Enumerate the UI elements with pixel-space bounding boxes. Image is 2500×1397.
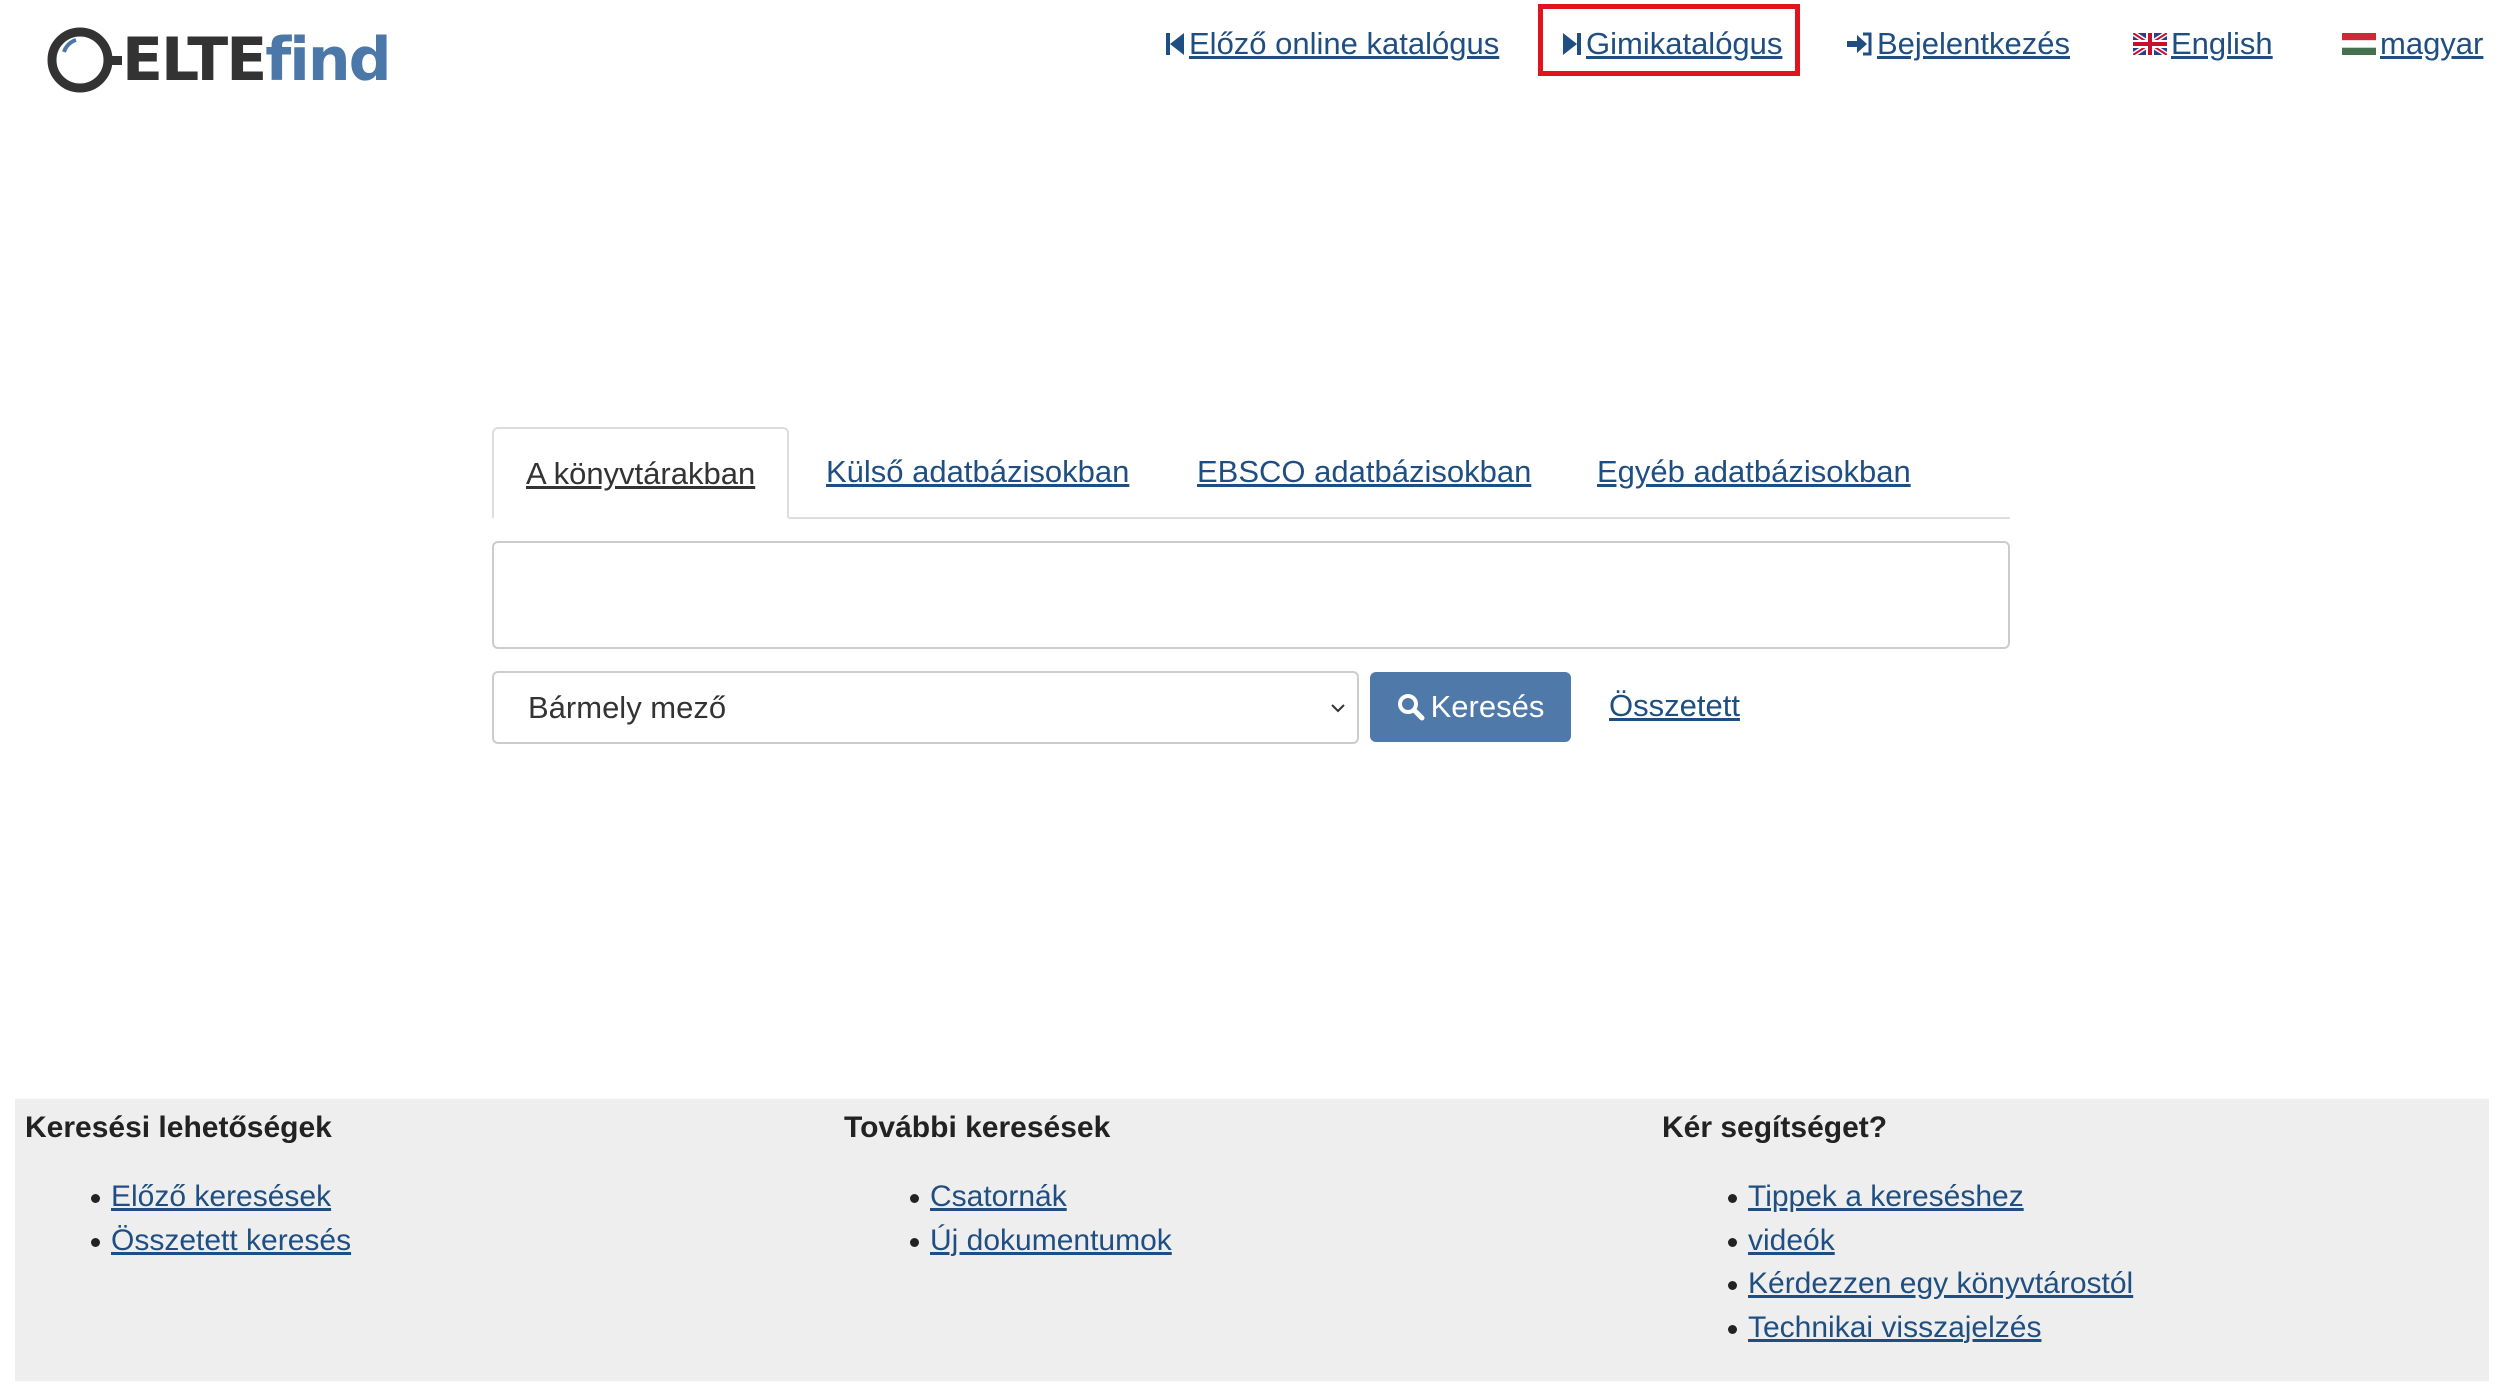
footer-link-new-documents[interactable]: Új dokumentumok [930,1224,1172,1257]
tab-ebsco-adatbazisokban[interactable]: EBSCO adatbázisokban [1197,427,1531,517]
footer-link-technical-feedback[interactable]: Technikai visszajelzés [1748,1311,2041,1344]
footer-link-channels[interactable]: Csatornák [930,1180,1067,1213]
list-item: Kérdezzen egy könyvtárostól [1662,1262,2133,1306]
nav-gimikatalogus-label: Gimikatalógus [1586,26,1783,61]
uk-flag-icon [2133,33,2167,55]
footer-list: Tippek a kereséshez videók Kérdezzen egy… [1662,1175,2133,1349]
nav-previous-catalog-label: Előző online katalógus [1189,26,1500,61]
footer-heading: Keresési lehetőségek [25,1111,332,1144]
search-type-value: Bármely mező [528,690,727,725]
chevron-down-icon [1331,704,1345,713]
sign-in-icon [1847,32,1872,56]
logo-find: find [265,25,391,95]
footer-link-previous-searches[interactable]: Előző keresések [111,1180,331,1213]
nav-english-label: English [2171,26,2273,61]
footer-heading: További keresések [844,1111,1111,1144]
step-backward-icon [1166,33,1184,55]
search-icon [1397,694,1425,721]
hungary-flag-icon [2342,33,2376,55]
list-item: Előző keresések [25,1175,351,1219]
footer-link-videos[interactable]: videók [1748,1224,1835,1257]
nav-previous-catalog[interactable]: Előző online katalógus [1165,22,1499,66]
nav-login[interactable]: Bejelentkezés [1845,22,2070,66]
eltefind-logo[interactable]: ELTEfind [46,20,392,100]
list-item: Új dokumentumok [844,1219,1172,1263]
list-item: Összetett keresés [25,1219,351,1263]
list-item: Tippek a kereséshez [1662,1175,2133,1219]
list-item: Csatornák [844,1175,1172,1219]
nav-english[interactable]: English [2133,22,2273,66]
search-input[interactable] [492,541,2010,649]
footer-heading: Kér segítséget? [1662,1111,1888,1144]
list-item: Technikai visszajelzés [1662,1306,2133,1350]
nav-gimikatalogus[interactable]: Gimikatalógus [1562,22,1782,66]
nav-magyar[interactable]: magyar [2342,22,2483,66]
footer-list: Előző keresések Összetett keresés [25,1175,351,1262]
footer: Keresési lehetőségek Előző keresések Öss… [15,1099,2489,1381]
tab-konyvtarakban[interactable]: A könyvtárakban [492,427,790,519]
search-tabs: A könyvtárakban Külső adatbázisokban EBS… [492,427,2010,519]
step-forward-icon [1563,33,1581,55]
logo-lens-icon [47,27,122,93]
tab-kulso-adatbazisokban[interactable]: Külső adatbázisokban [826,427,1129,517]
nav-login-label: Bejelentkezés [1877,26,2071,61]
tab-egyeb-adatbazisokban[interactable]: Egyéb adatbázisokban [1597,427,1911,517]
list-item: videók [1662,1219,2133,1263]
advanced-search-link[interactable]: Összetett [1609,682,1740,730]
search-button[interactable]: Keresés [1370,672,1571,742]
nav-magyar-label: magyar [2380,26,2484,61]
footer-link-search-tips[interactable]: Tippek a kereséshez [1748,1180,2024,1213]
footer-list: Csatornák Új dokumentumok [844,1175,1172,1262]
search-button-label: Keresés [1430,689,1545,724]
footer-link-advanced-search[interactable]: Összetett keresés [111,1224,351,1257]
footer-link-ask-librarian[interactable]: Kérdezzen egy könyvtárostól [1748,1267,2133,1300]
logo-elte: ELTE [122,25,267,95]
search-type-select[interactable]: Bármely mező [492,671,1359,744]
